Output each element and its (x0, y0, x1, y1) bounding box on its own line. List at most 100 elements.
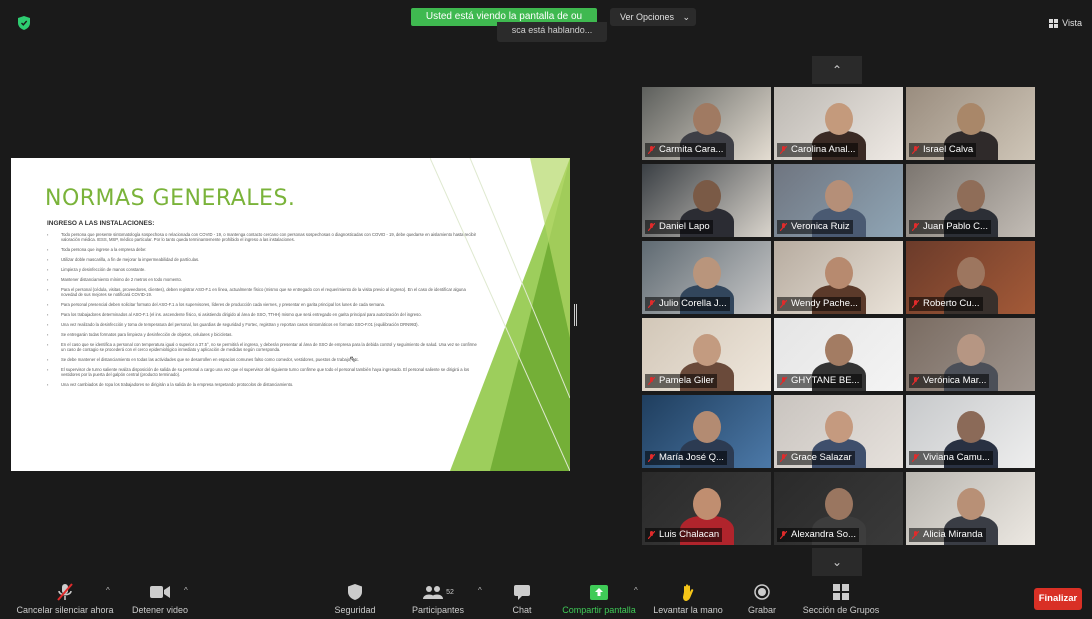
participant-name: Roberto Cu... (923, 298, 980, 309)
participants-options-caret[interactable]: ^ (478, 586, 482, 595)
gallery-page-up-button[interactable]: ⌃ (812, 56, 862, 84)
unmute-button[interactable]: Cancelar silenciar ahora (12, 583, 118, 615)
participant-tile[interactable]: Grace Salazar (774, 395, 903, 468)
participants-count: 52 (446, 588, 454, 596)
participant-face (693, 411, 721, 443)
raise-hand-button[interactable]: Levantar la mano (650, 583, 726, 615)
muted-mic-icon (648, 223, 655, 231)
participant-tile[interactable]: Daniel Lapo (642, 164, 771, 237)
participant-name: Alicia Miranda (923, 529, 983, 540)
audio-options-caret[interactable]: ^ (106, 586, 110, 595)
participants-button[interactable]: 52 Participantes (405, 583, 471, 615)
video-options-caret[interactable]: ^ (184, 586, 188, 595)
slide-bullet: Se entregarán todas formatos para limpie… (47, 332, 477, 337)
participant-face (825, 411, 853, 443)
chat-button[interactable]: Chat (507, 583, 537, 615)
participant-face (825, 334, 853, 366)
chat-label: Chat (512, 605, 532, 615)
participant-tile[interactable]: María José Q... (642, 395, 771, 468)
participant-name-label: María José Q... (645, 451, 727, 465)
slide-bullet-list: Todo persona que presente sintomatología… (47, 232, 477, 392)
view-options-button[interactable]: Ver Opciones ⌄ (610, 8, 696, 26)
share-options-caret[interactable]: ^ (634, 586, 638, 595)
muted-mic-icon (648, 531, 655, 539)
participant-tile[interactable]: Carmita Cara... (642, 87, 771, 160)
muted-mic-icon (780, 454, 787, 462)
muted-mic-icon (912, 454, 919, 462)
participant-face (825, 180, 853, 212)
participant-tile[interactable]: Verónica Mar... (906, 318, 1035, 391)
slide-bullet: Para los trabajadores determinados al AS… (47, 312, 477, 317)
participant-tile[interactable]: Wendy Pache... (774, 241, 903, 314)
slide-bullet: Todo persona que presente sintomatología… (47, 232, 477, 242)
record-icon (744, 583, 780, 601)
participant-name: Verónica Mar... (923, 375, 987, 386)
participant-tile[interactable]: Viviana Camu... (906, 395, 1035, 468)
mouse-cursor-icon: ⇖ (349, 354, 357, 364)
active-speaker-label: sca está hablando... (497, 22, 607, 42)
raise-hand-label: Levantar la mano (653, 605, 723, 615)
muted-mic-icon (780, 300, 787, 308)
participant-tile[interactable]: Julio Corella J... (642, 241, 771, 314)
participant-face (957, 180, 985, 212)
participant-face (825, 257, 853, 289)
participant-face (957, 488, 985, 520)
participant-face (957, 334, 985, 366)
stop-video-button[interactable]: Detener video (128, 583, 192, 615)
participant-tile[interactable]: Carolina Anal... (774, 87, 903, 160)
participant-tile[interactable]: Alicia Miranda (906, 472, 1035, 545)
participant-tile[interactable]: Luis Chalacan (642, 472, 771, 545)
participant-name-label: Israel Calva (909, 143, 977, 157)
participant-face (825, 488, 853, 520)
participant-name: GHYTANE BE... (791, 375, 860, 386)
muted-mic-icon (648, 146, 655, 154)
end-meeting-button[interactable]: Finalizar (1034, 588, 1082, 610)
security-button[interactable]: Seguridad (330, 583, 380, 615)
muted-mic-icon (912, 300, 919, 308)
slide-bullet: Una vez cambiados de ropa los trabajador… (47, 382, 477, 387)
participant-name: Israel Calva (923, 144, 974, 155)
muted-mic-icon (648, 377, 655, 385)
participant-face (957, 257, 985, 289)
participant-name: Carmita Cara... (659, 144, 724, 155)
participant-face (693, 488, 721, 520)
muted-mic-icon (912, 531, 919, 539)
stop-video-label: Detener video (131, 605, 189, 615)
security-shield-icon (330, 583, 380, 601)
encryption-shield-icon[interactable] (18, 16, 30, 30)
share-screen-label: Compartir pantalla (562, 605, 636, 615)
share-screen-button[interactable]: Compartir pantalla (558, 583, 640, 615)
participant-tile[interactable]: Israel Calva (906, 87, 1035, 160)
slide-bullet: Una vez realizado la desinfección y toma… (47, 322, 477, 327)
breakout-rooms-icon (798, 583, 884, 601)
slide-bullet: Limpieza y desinfección de manos constan… (47, 267, 477, 272)
muted-mic-icon (912, 223, 919, 231)
view-button[interactable]: Vista (1049, 18, 1082, 28)
resize-handle[interactable] (574, 304, 577, 326)
participant-tile[interactable]: Veronica Ruiz (774, 164, 903, 237)
breakout-rooms-button[interactable]: Sección de Grupos (798, 583, 884, 615)
slide-bullet: Para personal presencial deben solicitar… (47, 302, 477, 307)
participant-tile[interactable]: Alexandra So... (774, 472, 903, 545)
muted-mic-icon (648, 300, 655, 308)
shared-screen-slide: NORMAS GENERALES. INGRESO A LAS INSTALAC… (11, 158, 570, 471)
participant-tile[interactable]: Roberto Cu... (906, 241, 1035, 314)
breakout-rooms-label: Sección de Grupos (802, 605, 880, 615)
raise-hand-icon (650, 583, 726, 601)
participant-tile[interactable]: Juan Pablo C... (906, 164, 1035, 237)
zoom-meeting-window: Usted está viendo la pantalla de ou sca … (0, 0, 1092, 619)
participant-name-label: Julio Corella J... (645, 297, 730, 311)
participant-name-label: Viviana Camu... (909, 451, 993, 465)
view-options-label: Ver Opciones (620, 12, 675, 22)
participant-name: Pamela Giler (659, 375, 714, 386)
participant-tile[interactable]: Pamela Giler (642, 318, 771, 391)
participant-face (693, 103, 721, 135)
participant-name: Daniel Lapo (659, 221, 710, 232)
participant-tile[interactable]: GHYTANE BE... (774, 318, 903, 391)
gallery-page-down-button[interactable]: ⌄ (812, 548, 862, 576)
participant-name-label: Pamela Giler (645, 374, 717, 388)
participant-name-label: Roberto Cu... (909, 297, 983, 311)
record-button[interactable]: Grabar (744, 583, 780, 615)
participant-name: Carolina Anal... (791, 144, 856, 155)
participants-label: Participantes (411, 605, 465, 615)
